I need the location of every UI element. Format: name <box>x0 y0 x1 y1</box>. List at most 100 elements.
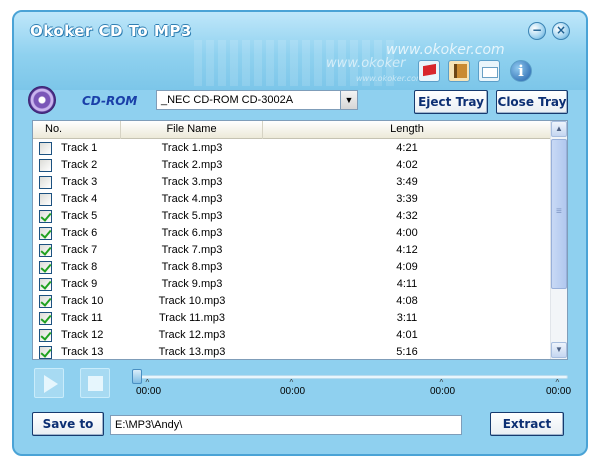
time-tick: 00:00 <box>280 378 305 397</box>
track-checkbox[interactable] <box>39 312 52 325</box>
track-number: Track 9 <box>61 278 98 290</box>
track-list: No. File Name Length Track 1 Track 1.mp3 4… <box>32 120 568 360</box>
app-window: Okoker CD To MP3 − × www.okoker.com www.… <box>12 10 588 456</box>
table-row[interactable]: Track 9 Track 9.mp3 4:11 <box>33 276 551 293</box>
track-file-name: Track 1.mp3 <box>161 142 223 154</box>
track-length: 4:11 <box>396 278 418 290</box>
seek-thumb[interactable] <box>132 369 142 384</box>
track-length: 4:09 <box>396 261 418 273</box>
drive-select[interactable]: _NEC CD-ROM CD-3002A ▼ <box>156 90 358 110</box>
track-number: Track 2 <box>61 159 98 171</box>
book-icon[interactable] <box>448 60 470 82</box>
table-row[interactable]: Track 3 Track 3.mp3 3:49 <box>33 174 551 191</box>
table-row[interactable]: Track 4 Track 4.mp3 3:39 <box>33 191 551 208</box>
scroll-down-icon[interactable]: ▼ <box>551 342 567 358</box>
track-file-name: Track 3.mp3 <box>161 176 223 188</box>
track-checkbox[interactable] <box>39 278 52 291</box>
track-checkbox[interactable] <box>39 244 52 257</box>
track-checkbox[interactable] <box>39 346 52 359</box>
track-number: Track 5 <box>61 210 98 222</box>
column-header-no[interactable]: No. <box>33 121 121 139</box>
vertical-scrollbar[interactable]: ▲ ▼ <box>550 121 567 359</box>
watermark-text-small: www.okoker.com <box>356 74 424 83</box>
time-tick: 00:00 <box>136 378 161 397</box>
close-window-button[interactable]: × <box>552 22 570 40</box>
track-checkbox[interactable] <box>39 142 52 155</box>
track-file-name: Track 8.mp3 <box>161 261 223 273</box>
track-checkbox[interactable] <box>39 261 52 274</box>
cdrom-label: CD-ROM <box>82 94 138 108</box>
table-row[interactable]: Track 7 Track 7.mp3 4:12 <box>33 242 551 259</box>
extract-button[interactable]: Extract <box>490 412 564 436</box>
track-file-name: Track 6.mp3 <box>161 227 223 239</box>
track-checkbox[interactable] <box>39 159 52 172</box>
scroll-up-icon[interactable]: ▲ <box>551 121 567 137</box>
track-number: Track 11 <box>61 312 103 324</box>
output-path-field[interactable] <box>110 415 462 435</box>
title-bar: Okoker CD To MP3 − × www.okoker.com www.… <box>14 12 586 90</box>
drive-select-value: _NEC CD-ROM CD-3002A <box>161 94 294 106</box>
track-rows: Track 1 Track 1.mp3 4:21 Track 2 Track 2.mp3… <box>33 140 551 359</box>
info-icon[interactable]: i <box>510 60 532 82</box>
app-title: Okoker CD To MP3 <box>30 22 192 40</box>
track-number: Track 7 <box>61 244 98 256</box>
table-row[interactable]: Track 10 Track 10.mp3 4:08 <box>33 293 551 310</box>
chevron-down-icon[interactable]: ▼ <box>340 91 357 109</box>
stop-icon[interactable] <box>80 368 110 398</box>
track-number: Track 12 <box>61 329 104 341</box>
player-controls: 00:00 00:00 00:00 00:00 <box>32 368 571 400</box>
track-checkbox[interactable] <box>39 227 52 240</box>
cd-icon <box>28 86 56 114</box>
track-number: Track 13 <box>61 346 104 358</box>
time-tick: 00:00 <box>430 378 455 397</box>
track-length: 4:02 <box>396 159 418 171</box>
flag-icon[interactable] <box>418 60 440 82</box>
track-number: Track 4 <box>61 193 98 205</box>
track-file-name: Track 2.mp3 <box>161 159 223 171</box>
table-row[interactable]: Track 12 Track 12.mp3 4:01 <box>33 327 551 344</box>
seek-track[interactable] <box>136 375 568 379</box>
table-row[interactable]: Track 6 Track 6.mp3 4:00 <box>33 225 551 242</box>
track-file-name: Track 10.mp3 <box>158 295 226 307</box>
table-row[interactable]: Track 8 Track 8.mp3 4:09 <box>33 259 551 276</box>
track-checkbox[interactable] <box>39 193 52 206</box>
track-file-name: Track 4.mp3 <box>161 193 223 205</box>
track-length: 3:49 <box>396 176 418 188</box>
track-file-name: Track 5.mp3 <box>161 210 223 222</box>
track-checkbox[interactable] <box>39 295 52 308</box>
track-length: 4:01 <box>396 329 418 341</box>
track-length: 4:32 <box>396 210 418 222</box>
track-file-name: Track 7.mp3 <box>161 244 223 256</box>
table-row[interactable]: Track 5 Track 5.mp3 4:32 <box>33 208 551 225</box>
eject-tray-button[interactable]: Eject Tray <box>414 90 488 114</box>
minimize-button[interactable]: − <box>528 22 546 40</box>
track-number: Track 3 <box>61 176 98 188</box>
track-length: 4:12 <box>396 244 418 256</box>
track-file-name: Track 9.mp3 <box>161 278 223 290</box>
track-length: 4:21 <box>396 142 418 154</box>
list-header: No. File Name Length <box>33 121 551 139</box>
track-length: 5:16 <box>396 346 418 358</box>
track-checkbox[interactable] <box>39 210 52 223</box>
table-row[interactable]: Track 2 Track 2.mp3 4:02 <box>33 157 551 174</box>
track-file-name: Track 12.mp3 <box>158 329 226 341</box>
track-file-name: Track 13.mp3 <box>158 346 226 358</box>
column-header-length[interactable]: Length <box>263 121 551 139</box>
watermark-text-2: www.okoker <box>326 56 406 71</box>
time-tick: 00:00 <box>546 378 571 397</box>
play-icon[interactable] <box>34 368 64 398</box>
save-to-button[interactable]: Save to <box>32 412 104 436</box>
track-checkbox[interactable] <box>39 329 52 342</box>
mail-icon[interactable] <box>478 60 500 82</box>
column-header-file-name[interactable]: File Name <box>121 121 263 139</box>
close-tray-button[interactable]: Close Tray <box>496 90 568 114</box>
table-row[interactable]: Track 1 Track 1.mp3 4:21 <box>33 140 551 157</box>
track-checkbox[interactable] <box>39 176 52 189</box>
table-row[interactable]: Track 11 Track 11.mp3 3:11 <box>33 310 551 327</box>
track-length: 4:00 <box>396 227 418 239</box>
track-length: 3:39 <box>396 193 418 205</box>
table-row[interactable]: Track 13 Track 13.mp3 5:16 <box>33 344 551 359</box>
track-length: 3:11 <box>396 312 418 324</box>
scrollbar-thumb[interactable] <box>551 139 567 289</box>
track-number: Track 8 <box>61 261 98 273</box>
